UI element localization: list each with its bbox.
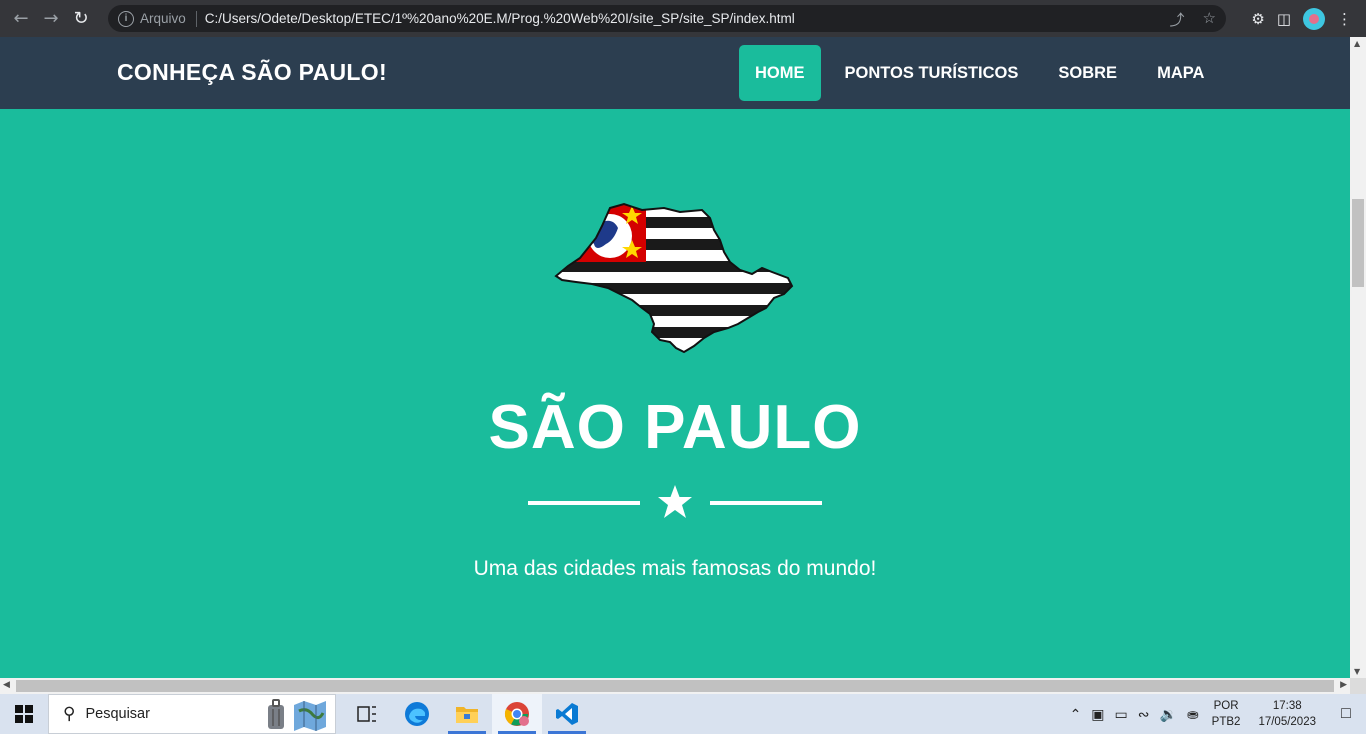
address-bar[interactable]: i Arquivo C:/Users/Odete/Desktop/ETEC/1º…	[108, 5, 1226, 32]
sao-paulo-flag-map	[554, 202, 794, 354]
chrome-icon	[504, 702, 529, 726]
info-icon[interactable]: i	[118, 10, 134, 27]
windows-start-button[interactable]	[0, 694, 48, 734]
edge-icon	[405, 702, 429, 726]
menu-kebab-icon[interactable]: ⋮	[1337, 10, 1352, 28]
extensions-icon[interactable]: ⚙	[1251, 10, 1264, 28]
scroll-left-arrow-icon[interactable]: ◀	[3, 680, 10, 690]
profile-avatar[interactable]	[1303, 7, 1325, 30]
site-navbar: CONHEÇA SÃO PAULO! HOME PONTOS TURÍSTICO…	[0, 37, 1350, 109]
notification-icon: □	[1341, 705, 1351, 722]
star-divider	[528, 484, 822, 520]
battery-icon[interactable]: ▭	[1115, 706, 1128, 723]
side-panel-icon[interactable]: ◫	[1277, 10, 1291, 28]
tray-chevron-up-icon[interactable]: ⌃	[1070, 706, 1082, 723]
luggage-icon	[268, 699, 284, 729]
vscode-icon	[556, 703, 578, 725]
task-view-icon	[357, 706, 376, 722]
scrollbar-corner	[1350, 678, 1366, 694]
site-brand[interactable]: CONHEÇA SÃO PAULO!	[117, 59, 387, 86]
vertical-scroll-thumb[interactable]	[1352, 199, 1364, 287]
scroll-right-arrow-icon[interactable]: ▶	[1340, 680, 1347, 690]
map-icon	[294, 701, 326, 731]
taskbar-edge[interactable]	[392, 694, 442, 734]
share-icon[interactable]: ⤴	[1170, 9, 1185, 30]
search-icon: ⚲	[63, 704, 76, 723]
horizontal-scroll-thumb[interactable]	[16, 680, 1334, 692]
browser-toolbar: ← → ↻ i Arquivo C:/Users/Odete/Desktop/E…	[0, 0, 1366, 37]
nav-home[interactable]: HOME	[739, 45, 821, 101]
taskbar-clock[interactable]: 17:38 17/05/2023	[1258, 698, 1316, 730]
input-language-indicator[interactable]: POR PTB2	[1212, 698, 1241, 730]
taskbar-chrome[interactable]	[492, 694, 542, 734]
nav-sobre[interactable]: SOBRE	[1042, 45, 1133, 101]
scheme-label: Arquivo	[140, 11, 186, 26]
scroll-down-arrow-icon[interactable]: ▼	[1354, 667, 1360, 676]
back-button[interactable]: ←	[6, 4, 36, 34]
windows-taskbar: ⚲ Pesquisar ⌃ ▣ ▭ ∾ 🔉 ⛂ POR PTB2 17:38 1…	[0, 694, 1366, 734]
notification-center-button[interactable]: □	[1326, 705, 1366, 723]
nav-mapa[interactable]: MAPA	[1141, 45, 1220, 101]
taskbar-search[interactable]: ⚲ Pesquisar	[48, 694, 336, 734]
star-icon	[658, 485, 692, 518]
forward-button[interactable]: →	[36, 4, 66, 34]
taskbar-file-explorer[interactable]	[442, 694, 492, 734]
keyboard-layout: PTB2	[1211, 716, 1241, 728]
divider-line-left	[528, 501, 640, 505]
taskbar-vscode[interactable]	[542, 694, 592, 734]
clock-date: 17/05/2023	[1258, 716, 1316, 728]
meet-now-icon[interactable]: ⛂	[1187, 706, 1199, 723]
windows-logo-icon	[15, 705, 33, 723]
vertical-scrollbar[interactable]: ▲ ▼	[1350, 37, 1366, 678]
search-placeholder: Pesquisar	[85, 706, 150, 722]
omnibox-separator	[195, 10, 197, 27]
bookmark-star-icon[interactable]: ☆	[1203, 9, 1216, 30]
hero-subtitle: Uma das cidades mais famosas do mundo!	[473, 557, 877, 580]
task-view-button[interactable]	[342, 694, 392, 734]
folder-icon	[456, 707, 478, 723]
clock-time: 17:38	[1272, 700, 1302, 712]
scroll-up-arrow-icon[interactable]: ▲	[1354, 39, 1360, 48]
horizontal-scrollbar[interactable]: ◀ ▶	[0, 678, 1350, 694]
site-menu: HOME PONTOS TURÍSTICOS SOBRE MAPA	[739, 45, 1228, 101]
url-text[interactable]: C:/Users/Odete/Desktop/ETEC/1º%20ano%20E…	[205, 11, 795, 26]
language-code: POR	[1213, 700, 1239, 712]
nav-pontos-turisticos[interactable]: PONTOS TURÍSTICOS	[829, 45, 1035, 101]
wifi-icon[interactable]: ∾	[1138, 706, 1150, 723]
volume-icon[interactable]: 🔉	[1160, 706, 1177, 723]
tray-device-icon[interactable]: ▣	[1091, 706, 1104, 723]
divider-line-right	[710, 501, 822, 505]
hero-title: SÃO PAULO	[488, 393, 862, 462]
system-tray: ⌃ ▣ ▭ ∾ 🔉 ⛂ POR PTB2 17:38 17/05/2023 □	[1065, 694, 1366, 734]
reload-button[interactable]: ↻	[66, 4, 96, 34]
